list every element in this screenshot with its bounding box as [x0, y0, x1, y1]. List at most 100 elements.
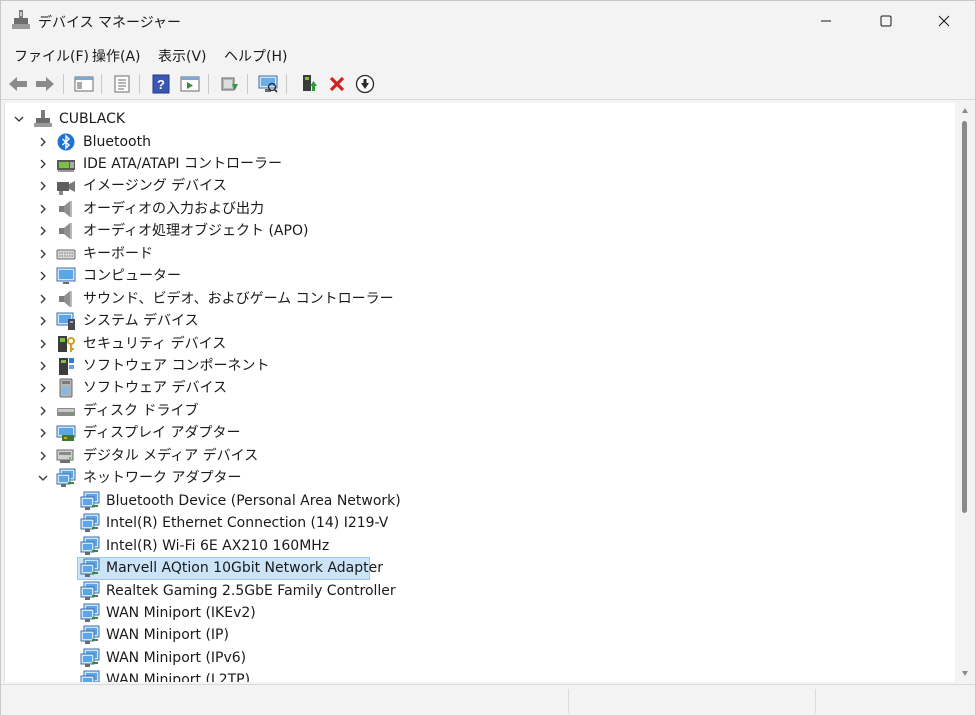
chevron-right-icon[interactable] [36, 426, 50, 440]
chevron-right-icon[interactable] [36, 337, 50, 351]
menu-help[interactable]: ヘルプ(H) [222, 46, 289, 66]
chevron-right-icon[interactable] [36, 224, 50, 238]
scan-hardware-icon [258, 75, 278, 93]
tree-category[interactable]: サウンド、ビデオ、およびゲーム コントローラー [5, 288, 945, 310]
toolbar-separator [208, 74, 209, 94]
category-label: セキュリティ デバイス [83, 335, 227, 352]
tree-category[interactable]: IDE ATA/ATAPI コントローラー [5, 153, 945, 175]
chevron-right-icon[interactable] [36, 359, 50, 373]
vertical-scrollbar[interactable] [956, 103, 974, 682]
back-button[interactable] [6, 72, 30, 96]
chevron-right-icon[interactable] [36, 157, 50, 171]
minimize-button[interactable] [803, 1, 849, 41]
chevron-right-icon[interactable] [36, 449, 50, 463]
tree-category[interactable]: オーディオの入力および出力 [5, 198, 945, 220]
camera-icon [57, 181, 75, 196]
menu-bar: ファイル(F) 操作(A) 表示(V) ヘルプ(H) [1, 41, 975, 69]
device-label: Realtek Gaming 2.5GbE Family Controller [106, 582, 396, 599]
tree-root[interactable]: CUBLACK [5, 108, 945, 130]
network-adapter-item[interactable]: WAN Miniport (IPv6) [5, 647, 945, 669]
scroll-up-icon[interactable] [961, 107, 969, 115]
speaker-icon [59, 200, 72, 217]
tree-category[interactable]: ソフトウェア コンポーネント [5, 355, 945, 377]
toolbar-separator [139, 74, 140, 94]
tree-category[interactable]: ソフトウェア デバイス [5, 377, 945, 399]
enable-device-button[interactable] [297, 72, 321, 96]
device-label: WAN Miniport (IP) [106, 627, 229, 644]
tree-category[interactable]: ディスプレイ アダプター [5, 422, 945, 444]
network-adapter-item[interactable]: Marvell AQtion 10Gbit Network Adapter [5, 557, 945, 581]
update-driver-button[interactable] [217, 72, 241, 96]
action-pane-button[interactable] [178, 72, 202, 96]
update-driver-icon [221, 77, 238, 91]
scrollbar-thumb[interactable] [962, 121, 967, 513]
menu-action[interactable]: 操作(A) [90, 46, 143, 66]
tree-category[interactable]: セキュリティ デバイス [5, 333, 945, 355]
network-adapter-item[interactable]: Intel(R) Wi-Fi 6E AX210 160MHz [5, 535, 945, 557]
disable-device-button[interactable] [353, 72, 377, 96]
network-adapter-item[interactable]: Intel(R) Ethernet Connection (14) I219-V [5, 512, 945, 534]
chevron-right-icon[interactable] [36, 179, 50, 193]
show-hide-console-tree-button[interactable] [72, 72, 96, 96]
chevron-down-icon[interactable] [12, 112, 26, 126]
device-label: Marvell AQtion 10Gbit Network Adapter [106, 560, 383, 577]
category-label: システム デバイス [83, 313, 199, 330]
network-adapter-icon [80, 625, 100, 645]
chevron-right-icon[interactable] [36, 404, 50, 418]
network-adapter-icon [80, 491, 100, 510]
network-adapter-item[interactable]: WAN Miniport (L2TP) [5, 669, 945, 682]
uninstall-device-button[interactable] [325, 72, 349, 96]
network-adapter-item[interactable]: Bluetooth Device (Personal Area Network) [5, 490, 945, 512]
toolbar-separator [247, 74, 248, 94]
toolbar-separator [101, 74, 102, 94]
chevron-right-icon[interactable] [36, 135, 50, 149]
status-separator [815, 689, 816, 713]
maximize-button[interactable] [863, 1, 909, 41]
tree-category[interactable]: オーディオ処理オブジェクト (APO) [5, 220, 945, 242]
tree-category[interactable]: Bluetooth [5, 131, 945, 153]
category-label: Bluetooth [83, 133, 151, 150]
tree-category[interactable]: デジタル メディア デバイス [5, 445, 945, 467]
category-label: オーディオ処理オブジェクト (APO) [83, 223, 309, 240]
forward-button[interactable] [33, 72, 57, 96]
scan-hardware-button[interactable] [256, 72, 280, 96]
chevron-right-icon[interactable] [36, 314, 50, 328]
enable-device-icon [303, 75, 317, 91]
category-label: デジタル メディア デバイス [83, 447, 259, 464]
tree-category[interactable]: システム デバイス [5, 310, 945, 332]
chevron-down-icon[interactable] [36, 471, 50, 485]
properties-icon [114, 75, 130, 93]
scroll-down-icon[interactable] [961, 669, 969, 677]
back-icon [9, 77, 27, 91]
tree-category-network[interactable]: ネットワーク アダプター [5, 467, 945, 489]
network-adapter-item[interactable]: WAN Miniport (IKEv2) [5, 602, 945, 624]
menu-file[interactable]: ファイル(F) [12, 46, 91, 66]
title-bar: デバイス マネージャー [1, 1, 975, 41]
toolbar-separator [286, 74, 287, 94]
network-adapter-item[interactable]: Realtek Gaming 2.5GbE Family Controller [5, 580, 945, 602]
software-component-icon [59, 358, 74, 375]
device-tree[interactable]: CUBLACK Bluetooth IDE ATA/ATAPI コントローラーイメ… [4, 103, 955, 682]
tree-category[interactable]: キーボード [5, 243, 945, 265]
chevron-right-icon[interactable] [36, 269, 50, 283]
help-button[interactable]: ? [149, 72, 173, 96]
chevron-right-icon[interactable] [36, 202, 50, 216]
chevron-right-icon[interactable] [36, 381, 50, 395]
chevron-right-icon[interactable] [36, 247, 50, 261]
category-label: ネットワーク アダプター [83, 470, 242, 487]
network-adapter-item[interactable]: WAN Miniport (IP) [5, 624, 945, 646]
category-label: ソフトウェア デバイス [83, 380, 228, 397]
maximize-icon [880, 15, 892, 27]
category-label: オーディオの入力および出力 [83, 200, 265, 217]
computer-root-icon [34, 110, 52, 127]
tree-category[interactable]: コンピューター [5, 265, 945, 287]
network-adapter-icon [80, 536, 100, 555]
properties-button[interactable] [110, 72, 134, 96]
menu-view[interactable]: 表示(V) [156, 46, 209, 66]
chevron-right-icon[interactable] [36, 292, 50, 306]
device-manager-app-icon [12, 10, 30, 29]
tree-category[interactable]: イメージング デバイス [5, 175, 945, 197]
close-button[interactable] [921, 1, 967, 41]
category-label: イメージング デバイス [83, 178, 227, 195]
tree-category[interactable]: ディスク ドライブ [5, 400, 945, 422]
